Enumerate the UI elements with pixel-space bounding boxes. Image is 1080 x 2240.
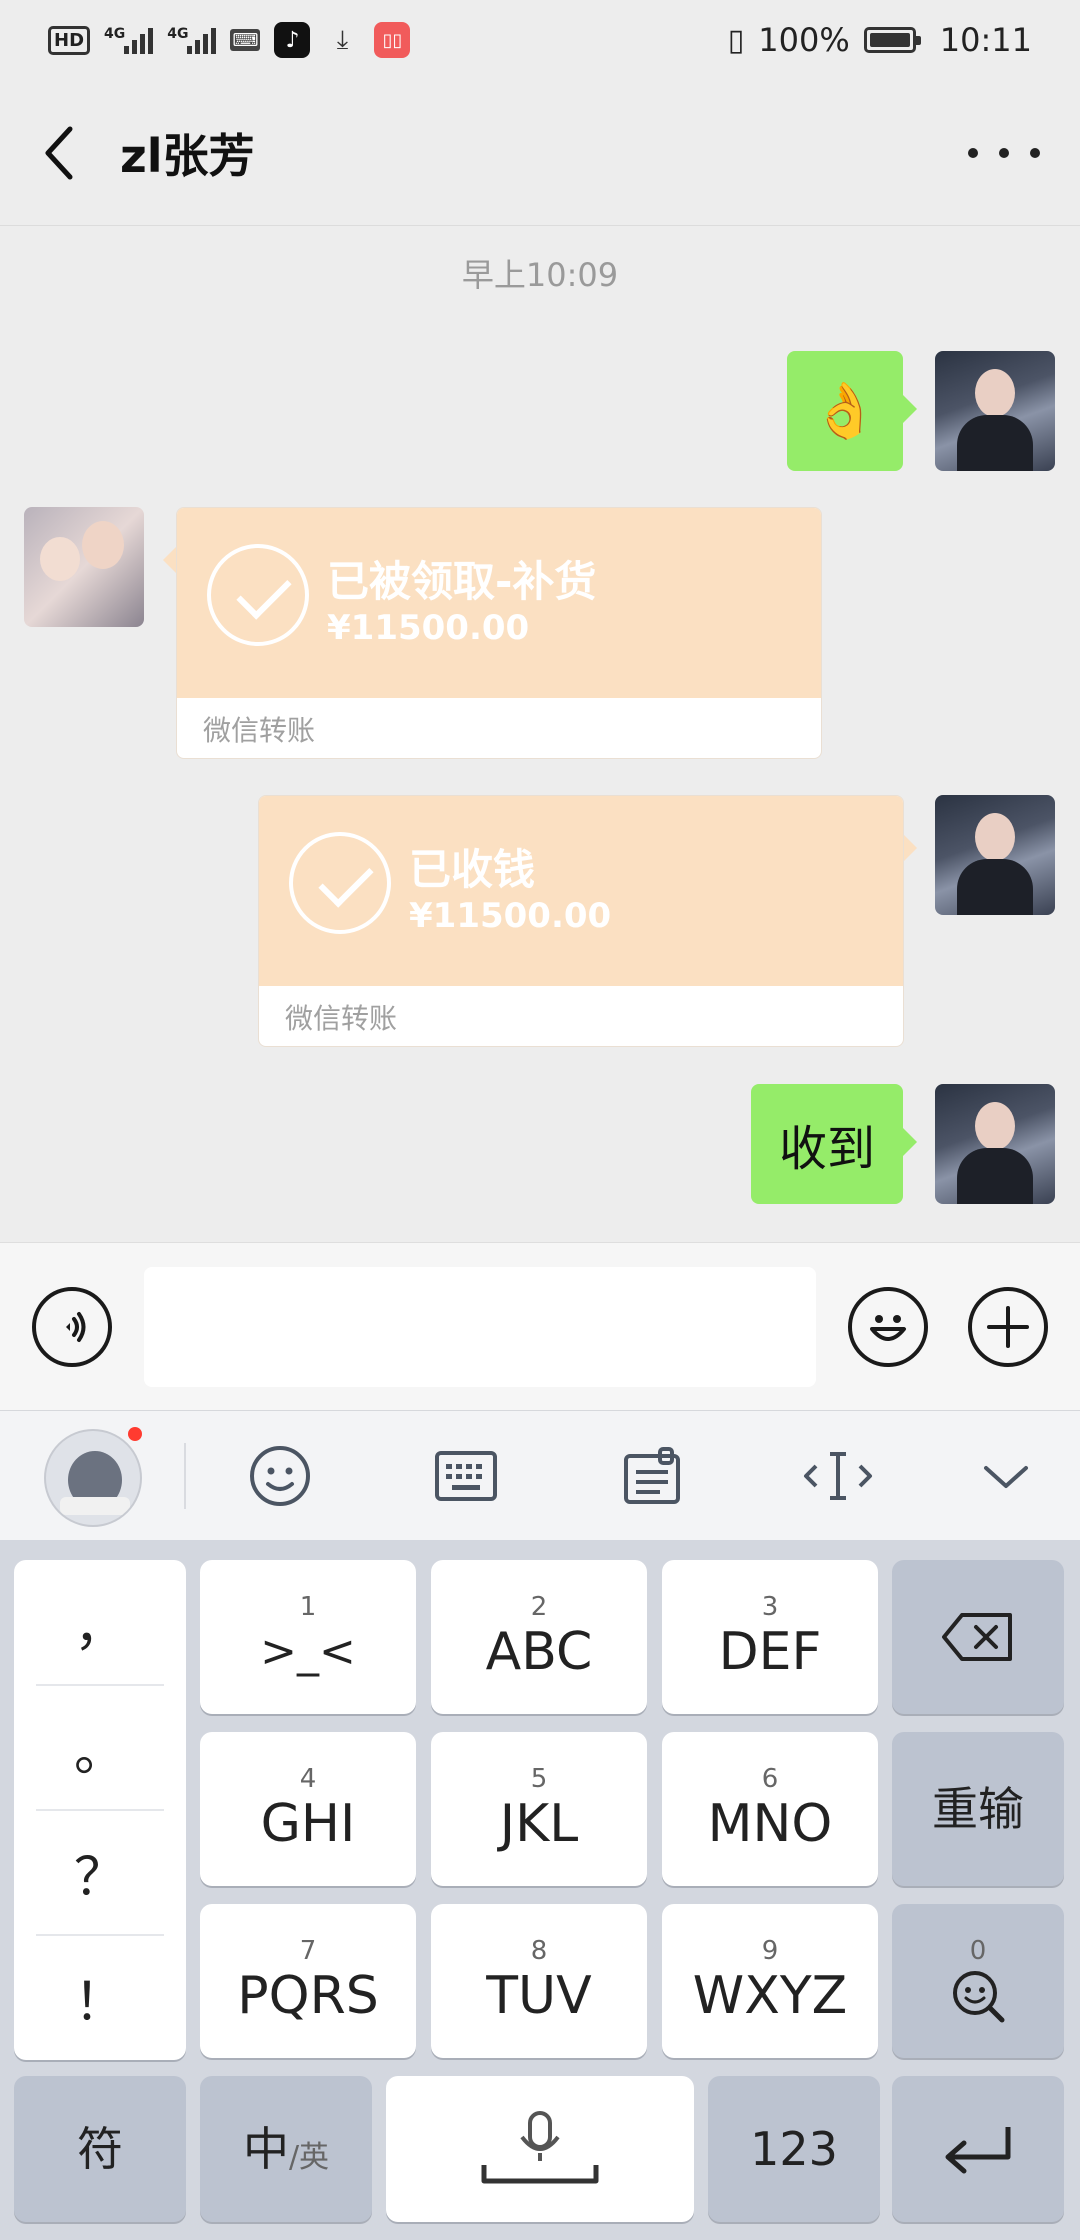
dot-icon bbox=[1030, 148, 1040, 158]
backspace-key[interactable] bbox=[892, 1560, 1064, 1714]
back-button[interactable] bbox=[0, 80, 120, 226]
transfer-footer: 微信转账 bbox=[203, 714, 316, 747]
transfer-amount: ¥11500.00 bbox=[409, 896, 612, 936]
toolbar-divider bbox=[184, 1443, 186, 1509]
keyboard-switch-button[interactable] bbox=[426, 1436, 506, 1516]
more-functions-button[interactable] bbox=[968, 1287, 1048, 1367]
dot-icon bbox=[999, 148, 1009, 158]
mascot-icon[interactable] bbox=[44, 1429, 142, 1527]
punct-period-key[interactable]: 。 bbox=[14, 1685, 186, 1809]
message-bubble-text[interactable]: 收到 bbox=[751, 1084, 917, 1204]
reader-app-icon: ▯▯ bbox=[374, 22, 411, 58]
message-timestamp: 早上10:09 bbox=[461, 256, 619, 294]
clock: 10:11 bbox=[939, 21, 1032, 59]
numeric-key[interactable]: 123 bbox=[708, 2076, 880, 2222]
face-search-icon bbox=[953, 1971, 1005, 2023]
key-3[interactable]: 3 DEF bbox=[662, 1560, 878, 1714]
punct-exclaim-key[interactable]: ！ bbox=[14, 1935, 186, 2059]
chat-header: zl张芳 bbox=[0, 80, 1080, 226]
my-avatar[interactable] bbox=[935, 351, 1055, 471]
more-options-button[interactable] bbox=[968, 128, 1040, 178]
voice-button[interactable] bbox=[32, 1287, 112, 1367]
download-icon: ⤓ bbox=[336, 24, 349, 55]
key-2[interactable]: 2 ABC bbox=[431, 1560, 647, 1714]
enter-key[interactable] bbox=[892, 2076, 1064, 2222]
chat-title: zl张芳 bbox=[120, 128, 255, 183]
vibrate-icon: ▯ bbox=[727, 22, 745, 58]
transfer-title: 已被领取-补货 bbox=[327, 557, 597, 606]
key-9[interactable]: 9 WXYZ bbox=[662, 1904, 878, 2058]
emoji-icon bbox=[870, 1315, 906, 1341]
signal-icon-2: 4G bbox=[167, 26, 217, 54]
punctuation-column: ， 。 ？ ！ bbox=[14, 1560, 186, 2060]
transfer-amount: ¥11500.00 bbox=[327, 608, 530, 648]
ok-hand-emoji: 👌 bbox=[811, 379, 879, 442]
my-avatar[interactable] bbox=[935, 1084, 1055, 1204]
my-avatar[interactable] bbox=[935, 795, 1055, 915]
voice-icon bbox=[66, 1312, 86, 1342]
battery-icon bbox=[863, 27, 921, 53]
input-bar bbox=[0, 1242, 1080, 1410]
notification-dot bbox=[128, 1427, 142, 1441]
message-text: 收到 bbox=[778, 1121, 875, 1177]
status-bar: HD 4G 4G ⌨ ♪ ⤓ ▯▯ ▯ 100% 10:11 bbox=[0, 0, 1080, 80]
contact-avatar[interactable] bbox=[24, 507, 144, 627]
enter-icon bbox=[945, 2127, 1011, 2174]
key-5[interactable]: 5 JKL bbox=[431, 1732, 647, 1886]
message-bubble-emoji[interactable]: 👌 bbox=[787, 351, 917, 471]
key-8[interactable]: 8 TUV bbox=[431, 1904, 647, 2058]
punct-comma-key[interactable]: ， bbox=[14, 1560, 186, 1684]
chevron-down-icon bbox=[984, 1466, 1028, 1488]
clipboard-icon bbox=[624, 1447, 680, 1504]
transfer-footer: 微信转账 bbox=[285, 1002, 398, 1035]
symbol-key[interactable]: 符 bbox=[14, 2076, 186, 2222]
chevron-left-icon bbox=[45, 126, 73, 179]
space-voice-key[interactable] bbox=[386, 2076, 694, 2222]
cursor-move-button[interactable] bbox=[798, 1436, 878, 1516]
key-7[interactable]: 7 PQRS bbox=[200, 1904, 416, 2058]
transfer-card-sent[interactable]: 已收钱 ¥11500.00 微信转账 bbox=[258, 795, 917, 1047]
backspace-icon bbox=[942, 1613, 1012, 1661]
hd-badge: HD bbox=[48, 25, 91, 55]
keyboard-notify-icon: ⌨ bbox=[230, 29, 261, 51]
emoji-face-icon bbox=[250, 1446, 310, 1506]
punct-question-key[interactable]: ？ bbox=[14, 1810, 186, 1934]
message-input[interactable] bbox=[144, 1267, 816, 1387]
key-6[interactable]: 6 MNO bbox=[662, 1732, 878, 1886]
check-circle-icon bbox=[207, 544, 309, 646]
keyboard-icon bbox=[435, 1451, 497, 1501]
hide-keyboard-button[interactable] bbox=[966, 1436, 1046, 1516]
language-switch-key[interactable]: 中 /英 bbox=[200, 2076, 372, 2222]
cursor-icon bbox=[804, 1452, 872, 1500]
signal-icon-1: 4G bbox=[104, 26, 154, 54]
check-circle-icon bbox=[289, 832, 391, 934]
transfer-card-received[interactable]: 已被领取-补货 ¥11500.00 微信转账 bbox=[163, 507, 822, 759]
transfer-title: 已收钱 bbox=[409, 845, 536, 894]
tiktok-icon: ♪ bbox=[274, 22, 311, 58]
emoji-face-button[interactable] bbox=[240, 1436, 320, 1516]
keyboard-toolbar bbox=[0, 1410, 1080, 1540]
dot-icon bbox=[968, 148, 978, 158]
emoji-button[interactable] bbox=[848, 1287, 928, 1367]
key-1[interactable]: 1 >_< bbox=[200, 1560, 416, 1714]
microphone-icon bbox=[481, 2111, 599, 2184]
reenter-key[interactable]: 重输 bbox=[892, 1732, 1064, 1886]
t9-keyboard: ， 。 ？ ！ 1 >_< 2 ABC 3 DEF 4 GHI 5 JKL 6 … bbox=[0, 1540, 1080, 2240]
clipboard-button[interactable] bbox=[612, 1436, 692, 1516]
key-4[interactable]: 4 GHI bbox=[200, 1732, 416, 1886]
battery-percent: 100% bbox=[758, 21, 850, 59]
plus-icon bbox=[987, 1306, 1029, 1348]
key-0-emoji[interactable]: 0 bbox=[892, 1904, 1064, 2058]
